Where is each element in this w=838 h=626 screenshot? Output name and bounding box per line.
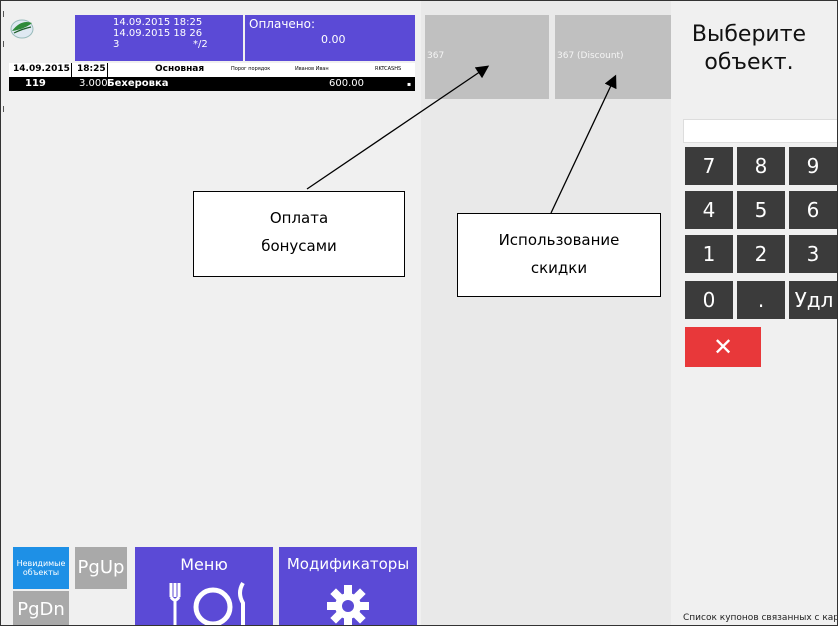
key-dot[interactable]: . — [737, 281, 785, 319]
modifiers-label: Модификаторы — [286, 555, 410, 573]
numpad-input[interactable] — [683, 119, 837, 143]
object-tile-discount-label: 367 (Discount) — [557, 51, 624, 61]
order-current-time: 14.09.2015 18 26 — [113, 28, 203, 39]
key-8[interactable]: 8 — [737, 147, 785, 185]
pos-screen: 14.09.2015 18:25 14.09.2015 18 26 3 */2 … — [0, 0, 838, 626]
objects-panel: 367 367 (Discount) — [421, 1, 671, 625]
paid-label: Оплачено: — [249, 17, 316, 31]
order-item-row[interactable]: 119 3.000 Бехеровка 600.00 ▪ — [9, 78, 415, 91]
discount-callout-line1: Использование — [498, 231, 620, 249]
key-7[interactable]: 7 — [685, 147, 733, 185]
modifiers-button[interactable]: Модификаторы — [279, 547, 417, 625]
invisible-objects-label: Невидимые объекты — [16, 559, 66, 577]
item-price: 600.00 — [329, 78, 364, 89]
pgdn-button[interactable]: PgDn — [13, 591, 69, 625]
key-2[interactable]: 2 — [737, 235, 785, 273]
app-logo-icon — [9, 17, 34, 39]
order-header: 14.09.2015 18:25 Основная Порог порядок … — [9, 63, 415, 78]
invisible-objects-button[interactable]: Невидимые объекты — [13, 547, 69, 589]
key-0[interactable]: 0 — [685, 281, 733, 319]
cancel-button[interactable]: ✕ — [685, 327, 761, 367]
discount-callout: Использование скидки — [457, 213, 661, 297]
object-tile-label: 367 — [427, 51, 445, 61]
key-1[interactable]: 1 — [685, 235, 733, 273]
paid-box: Оплачено: 0.00 — [245, 15, 415, 61]
paid-value: 0.00 — [321, 33, 346, 46]
order-time: 18:25 — [77, 64, 106, 74]
guest-count: 3 — [113, 39, 120, 50]
key-6[interactable]: 6 — [789, 191, 837, 229]
order-category: Основная — [155, 64, 205, 74]
order-date: 14.09.2015 — [13, 64, 70, 74]
side-marks-svg — [3, 11, 4, 112]
key-9[interactable]: 9 — [789, 147, 837, 185]
divider — [107, 63, 108, 77]
item-code: 119 — [25, 78, 46, 89]
bonus-callout-line1: Оплата — [269, 209, 329, 227]
waiter-name: Иванов Иван — [295, 66, 329, 72]
title-line-1: Выберите — [691, 22, 807, 47]
select-object-title: Выберите объект. — [671, 21, 827, 77]
menu-label: Меню — [180, 555, 228, 574]
key-3[interactable]: 3 — [789, 235, 837, 273]
order-info-box[interactable]: 14.09.2015 18:25 14.09.2015 18 26 3 */2 — [75, 15, 243, 61]
order-panel: 14.09.2015 18:25 14.09.2015 18 26 3 */2 … — [1, 1, 419, 625]
pgdn-label: PgDn — [17, 599, 65, 620]
pgup-label: PgUp — [77, 557, 125, 578]
menu-button[interactable]: Меню — [135, 547, 273, 625]
object-tile-discount[interactable]: 367 (Discount) — [555, 15, 671, 99]
key-delete[interactable]: Удл — [789, 281, 837, 319]
order-open-time: 14.09.2015 18:25 — [113, 17, 203, 28]
cashier-name: RKTCASHS — [375, 66, 402, 72]
order-by: Порог порядок — [231, 66, 271, 72]
bonus-payment-callout: Оплата бонусами — [193, 191, 405, 277]
title-line-2: объект. — [704, 50, 794, 75]
discount-callout-line2: скидки — [530, 259, 588, 277]
plate-icon — [169, 581, 245, 625]
side-marks — [3, 11, 6, 125]
item-qty: 3.000 — [79, 78, 108, 89]
key-4[interactable]: 4 — [685, 191, 733, 229]
pgup-button[interactable]: PgUp — [75, 547, 127, 589]
table-number: */2 — [193, 39, 208, 50]
object-tile[interactable]: 367 — [425, 15, 549, 99]
coupon-list-label: Список купонов связанных с кар — [683, 613, 838, 623]
item-marker: ▪ — [407, 81, 412, 88]
bonus-callout-line2: бонусами — [261, 237, 337, 255]
gear-icon — [327, 585, 369, 625]
divider — [71, 63, 72, 77]
key-5[interactable]: 5 — [737, 191, 785, 229]
item-name: Бехеровка — [107, 78, 169, 89]
